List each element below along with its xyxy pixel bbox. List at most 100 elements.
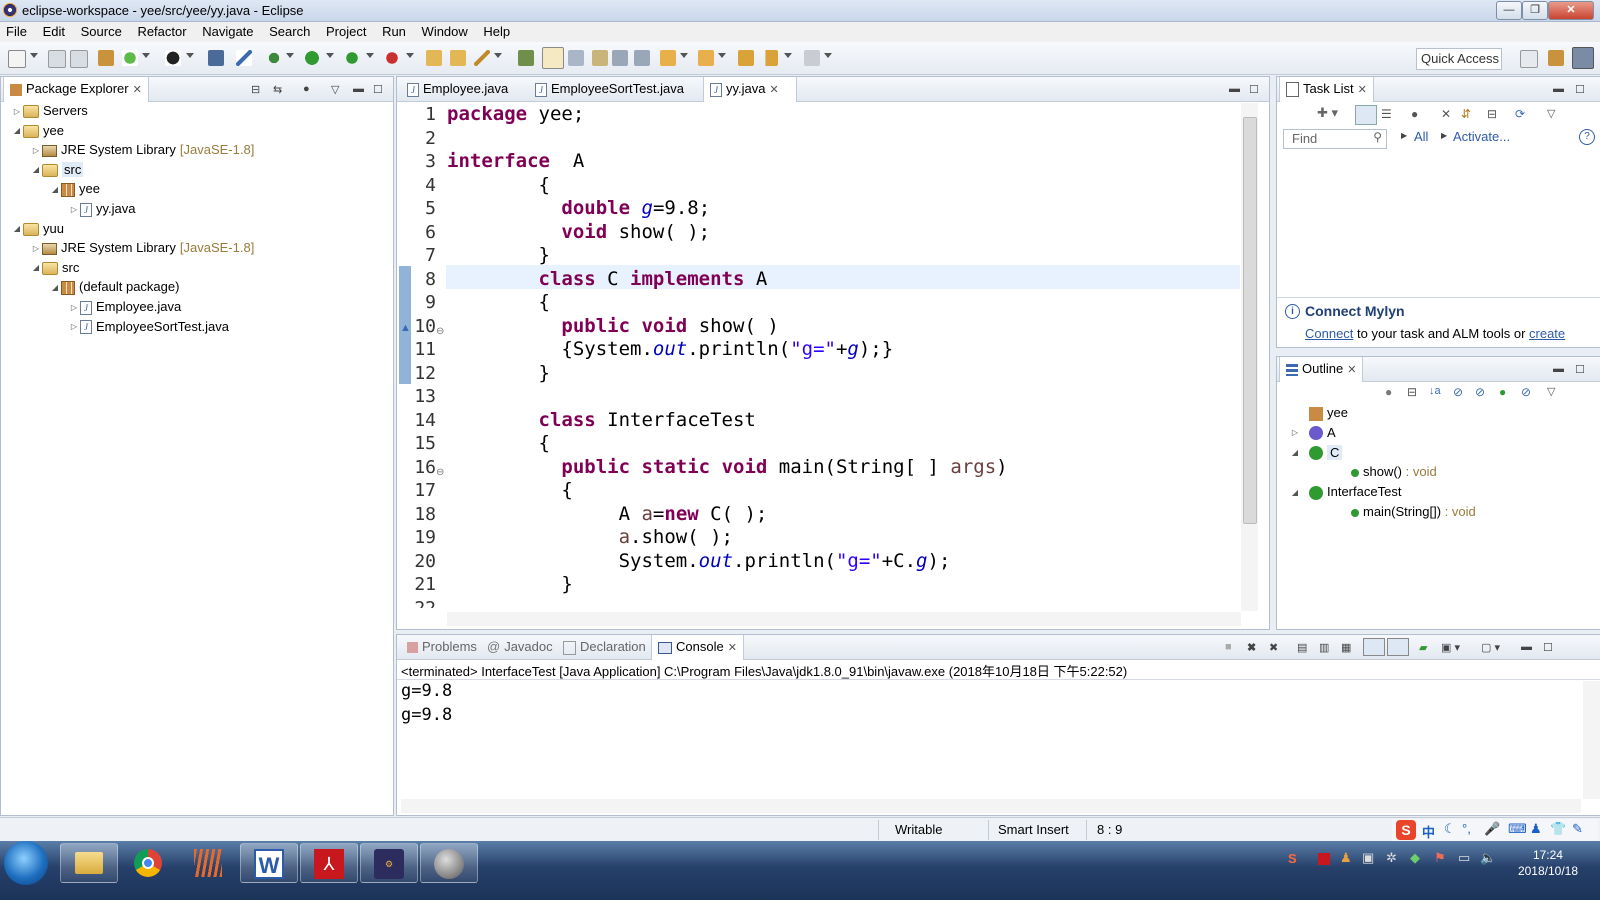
quick-access-field[interactable]: Quick Access (1416, 48, 1502, 70)
console-horizontal-scrollbar[interactable] (401, 799, 1581, 813)
mark-occurrences-icon[interactable] (542, 47, 564, 69)
tab-yy-java[interactable]: Jyy.java ✕ (703, 77, 797, 102)
tree-item[interactable]: ◢ yee (11, 121, 64, 141)
hide-completed-icon[interactable]: ✕ (1441, 107, 1451, 121)
minimize-view-icon[interactable]: ▬ (1521, 641, 1532, 653)
taskbar-explorer[interactable] (60, 843, 118, 883)
menu-refactor[interactable]: Refactor (131, 22, 192, 39)
save-all-icon[interactable] (70, 50, 88, 68)
remove-launch-icon[interactable]: ✖ (1247, 641, 1256, 654)
tree-item[interactable]: ▷ JRE System Library [JavaSE-1.8] (30, 140, 254, 160)
refresh-icon[interactable] (122, 50, 138, 66)
menu-run[interactable]: Run (376, 22, 412, 39)
forward-icon[interactable] (804, 50, 820, 66)
hide-local-types-icon[interactable]: ⊘ (1521, 385, 1531, 399)
close-tab-icon[interactable]: ✕ (1358, 84, 1367, 96)
last-edit-location-icon[interactable] (738, 50, 754, 66)
menu-help[interactable]: Help (477, 22, 516, 39)
tab-console[interactable]: Console ✕ (651, 635, 744, 660)
link-with-editor-icon[interactable]: ⇆ (273, 83, 282, 96)
menu-source[interactable]: Source (75, 22, 128, 39)
tree-item[interactable]: ◢ src (30, 258, 79, 278)
maximize-view-icon[interactable]: ☐ (373, 83, 383, 96)
maximize-view-icon[interactable]: ☐ (1575, 83, 1585, 96)
taskbar-app[interactable] (420, 843, 478, 883)
user-icon[interactable]: ♟ (1530, 821, 1542, 837)
collapse-all-icon[interactable]: ⊟ (251, 83, 260, 96)
punctuation-icon[interactable]: °, (1462, 821, 1471, 836)
tree-item[interactable]: ▷ JRE System Library [JavaSE-1.8] (30, 238, 254, 258)
skip-breakpoints-icon[interactable] (236, 50, 252, 66)
tree-item[interactable]: ◢ yuu (11, 219, 64, 239)
view-menu-icon[interactable]: ▽ (331, 83, 339, 96)
sogou-tray-icon[interactable]: S (1288, 851, 1297, 866)
outline-item[interactable]: show() : void (1331, 462, 1437, 482)
console-icon[interactable] (208, 50, 224, 66)
tab-task-list[interactable]: Task List ✕ (1279, 77, 1374, 102)
focus-on-active-task-icon[interactable]: ● (303, 83, 310, 95)
taskbar-acrobat[interactable]: ⅄ (300, 843, 358, 883)
run-dropdown-icon[interactable] (326, 53, 334, 58)
open-console-icon[interactable]: ▢ ▾ (1481, 641, 1500, 654)
user-dropdown-icon[interactable] (186, 53, 194, 58)
collapsed-arrow-icon[interactable]: ▷ (68, 200, 80, 220)
close-tab-icon[interactable]: ✕ (1347, 364, 1356, 376)
display-tray-icon[interactable]: ▭ (1458, 850, 1470, 866)
synchronize-icon[interactable]: ⇵ (1461, 107, 1471, 121)
flag-tray-icon[interactable]: ⚑ (1434, 850, 1446, 866)
search-dropdown-icon[interactable] (494, 53, 502, 58)
show-on-error-icon[interactable] (1387, 638, 1409, 656)
fold-collapse-icon[interactable]: ⊖ (436, 326, 444, 337)
remove-all-terminated-icon[interactable]: ✖ (1269, 641, 1278, 654)
debug-dropdown-icon[interactable] (286, 53, 294, 58)
external-tools-dropdown-icon[interactable] (406, 53, 414, 58)
tab-employee-sort-test-java[interactable]: J EmployeeSortTest.java (529, 77, 701, 101)
open-type-icon[interactable] (426, 50, 442, 66)
clear-console-icon[interactable]: ▤ (1297, 641, 1307, 654)
hide-fields-icon[interactable]: ⊘ (1453, 385, 1463, 399)
editor-scroll-thumb[interactable] (1243, 117, 1257, 524)
editor-vertical-scrollbar[interactable] (1241, 103, 1258, 611)
minimize-button[interactable]: — (1496, 1, 1522, 20)
close-tab-icon[interactable]: ✕ (770, 84, 779, 96)
refresh-dropdown-icon[interactable] (142, 53, 150, 58)
tree-item[interactable]: ▷ J EmployeeSortTest.java (68, 317, 229, 337)
categorized-icon[interactable] (1355, 105, 1377, 125)
tab-javadoc[interactable]: @ Javadoc (481, 635, 559, 659)
expanded-arrow-icon[interactable]: ◢ (11, 219, 23, 239)
taskbar-winrar[interactable] (180, 843, 236, 881)
new-icon[interactable] (8, 50, 26, 68)
outline-item[interactable]: yee (1289, 403, 1348, 423)
new-dropdown-icon[interactable] (30, 53, 38, 58)
tree-item[interactable]: ◢ (default package) (49, 277, 179, 297)
maximize-view-icon[interactable]: ☐ (1575, 363, 1585, 376)
view-menu-icon[interactable]: ▽ (1547, 107, 1555, 120)
save-icon[interactable] (48, 50, 66, 68)
microphone-icon[interactable]: 🎤 (1484, 821, 1500, 837)
scroll-lock-icon[interactable]: ▥ (1319, 641, 1329, 654)
expanded-arrow-icon[interactable]: ◢ (1289, 483, 1301, 503)
forward-dropdown-icon[interactable] (824, 53, 832, 58)
connect-link[interactable]: Connect (1305, 326, 1353, 341)
maximize-view-icon[interactable]: ☐ (1543, 641, 1553, 654)
expanded-arrow-icon[interactable]: ◢ (49, 278, 61, 298)
acrobat-tray-icon[interactable] (1318, 853, 1330, 865)
next-annotation-icon[interactable] (660, 50, 676, 66)
maximize-editor-icon[interactable]: ☐ (1249, 83, 1259, 96)
back-icon[interactable] (762, 50, 778, 66)
tab-employee-java[interactable]: J Employee.java (401, 77, 531, 101)
menu-search[interactable]: Search (263, 22, 316, 39)
run-icon[interactable] (304, 50, 320, 66)
create-link[interactable]: create (1529, 326, 1565, 341)
next-annotation-dropdown-icon[interactable] (680, 53, 688, 58)
back-dropdown-icon[interactable] (784, 53, 792, 58)
new-task-icon[interactable]: ✚ ▾ (1317, 105, 1338, 121)
menu-navigate[interactable]: Navigate (196, 22, 259, 39)
tree-item[interactable]: ▷ Jyy.java (68, 199, 136, 219)
collapsed-arrow-icon[interactable]: ▷ (1289, 423, 1301, 443)
expanded-arrow-icon[interactable]: ◢ (49, 180, 61, 200)
console-output[interactable]: g=9.8 g=9.8 (401, 680, 452, 727)
expanded-arrow-icon[interactable]: ◢ (11, 121, 23, 141)
toggle-word-wrap-icon[interactable] (612, 50, 628, 66)
collapsed-arrow-icon[interactable]: ▷ (30, 141, 42, 161)
